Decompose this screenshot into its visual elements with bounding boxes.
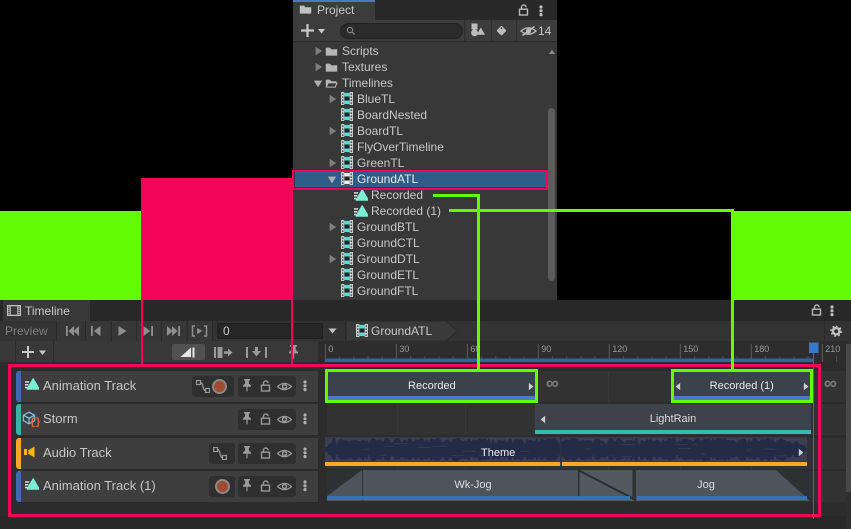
svg-text:90: 90 bbox=[541, 344, 551, 354]
svg-text:0: 0 bbox=[328, 344, 333, 354]
svg-text:180: 180 bbox=[754, 344, 769, 354]
svg-text:150: 150 bbox=[683, 344, 698, 354]
svg-text:30: 30 bbox=[399, 344, 409, 354]
svg-text:120: 120 bbox=[612, 344, 627, 354]
svg-text:210: 210 bbox=[825, 344, 840, 354]
